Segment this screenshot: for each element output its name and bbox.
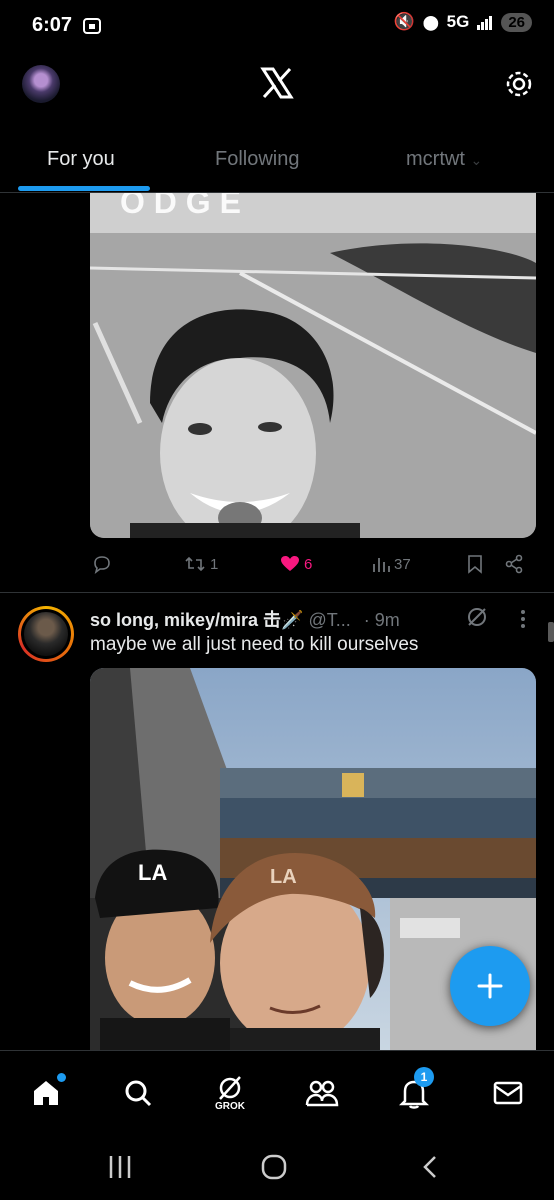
signal-icon	[477, 16, 493, 30]
screenshot-icon	[83, 18, 101, 34]
nav-communities[interactable]	[302, 1073, 342, 1113]
tab-for-you[interactable]: For you	[47, 148, 115, 171]
tab-mcrtwt-label: mcrtwt	[406, 148, 465, 170]
nav-home[interactable]	[26, 1073, 66, 1113]
bottom-nav: GROK 1	[0, 1050, 554, 1137]
post2-author[interactable]: so long, mikey/mira 击🗡️ @T... · 9m	[90, 606, 400, 632]
recent-apps-icon[interactable]	[106, 1154, 134, 1180]
post-divider	[0, 592, 554, 593]
status-bar: 6:07 🔇 ⬤ 5G 26	[0, 0, 554, 52]
grok-icon[interactable]	[466, 606, 488, 628]
tab-following[interactable]: Following	[215, 148, 299, 171]
tab-mcrtwt[interactable]: mcrtwt ⌄	[406, 148, 482, 171]
more-options-icon[interactable]	[518, 608, 528, 630]
status-right: 🔇 ⬤ 5G 26	[394, 12, 532, 32]
mute-icon: 🔇	[393, 12, 415, 31]
svg-text:LA: LA	[270, 866, 297, 888]
author-name: so long, mikey/mira 击🗡️	[90, 610, 304, 630]
compose-button[interactable]	[450, 946, 530, 1026]
back-icon[interactable]	[418, 1154, 442, 1180]
home-unread-dot	[57, 1073, 66, 1082]
svg-text:LA: LA	[138, 860, 167, 885]
network-label: 5G	[446, 12, 470, 31]
communities-icon	[305, 1080, 339, 1107]
repost-count: 1	[210, 555, 219, 573]
plus-icon	[477, 973, 503, 999]
home-button-icon[interactable]	[260, 1154, 288, 1180]
post2-avatar[interactable]	[18, 606, 74, 662]
nav-grok[interactable]: GROK	[210, 1073, 250, 1113]
battery-badge: 26	[501, 12, 532, 32]
author-handle: @T...	[308, 610, 351, 630]
gear-icon[interactable]	[503, 68, 535, 100]
views-button[interactable]: 37	[372, 554, 411, 574]
share-icon	[505, 554, 523, 574]
reply-button[interactable]	[92, 554, 112, 574]
notifications-badge: 1	[414, 1067, 434, 1087]
grok-label: GROK	[215, 1100, 245, 1112]
active-tab-indicator	[18, 186, 150, 191]
timeline-tabs: For you Following mcrtwt ⌄	[0, 140, 554, 193]
repost-button[interactable]: 1	[184, 554, 218, 574]
nav-messages[interactable]	[488, 1073, 528, 1113]
system-nav-bar	[0, 1136, 554, 1200]
home-icon	[34, 1081, 58, 1105]
search-icon	[125, 1080, 152, 1107]
views-count: 37	[394, 555, 411, 573]
nav-search[interactable]	[118, 1073, 158, 1113]
profile-avatar[interactable]	[22, 65, 60, 103]
svg-text:O D G E: O D G E	[120, 193, 241, 220]
share-button[interactable]	[504, 554, 524, 574]
nav-notifications[interactable]: 1	[394, 1067, 434, 1113]
post-image-selfie-bw[interactable]: O D G E	[90, 193, 536, 538]
like-button[interactable]: 6	[280, 554, 312, 574]
bookmark-icon	[468, 555, 482, 574]
mail-icon	[493, 1081, 523, 1105]
post-time: · 9m	[363, 610, 400, 630]
views-icon	[373, 558, 390, 572]
grok-nav-icon	[219, 1075, 241, 1100]
x-logo-icon[interactable]	[260, 66, 294, 100]
like-count: 6	[304, 555, 313, 573]
reply-icon	[94, 556, 110, 574]
post1-actions: 1 6 37	[90, 554, 536, 580]
scrollbar-thumb[interactable]	[548, 622, 554, 642]
post2-text: maybe we all just need to kill ourselves	[90, 634, 419, 655]
bookmark-button[interactable]	[466, 554, 484, 574]
status-time: 6:07	[32, 14, 73, 36]
repost-icon	[185, 556, 205, 572]
chevron-down-icon: ⌄	[470, 152, 483, 168]
location-icon: ⬤	[422, 13, 439, 30]
heart-icon	[281, 556, 299, 571]
